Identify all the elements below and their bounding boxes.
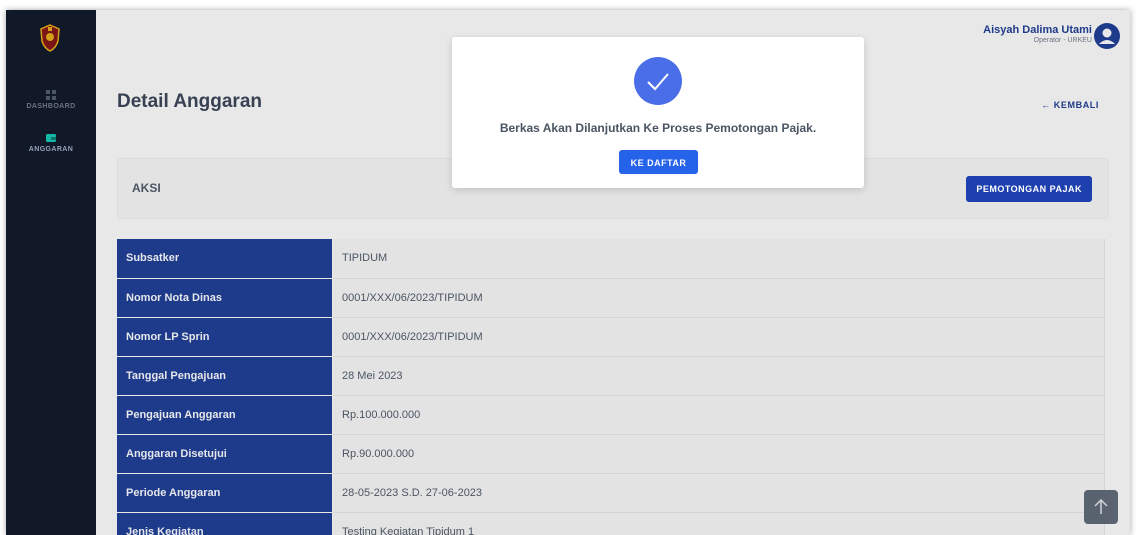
app-window: DASHBOARD ANGGARAN Aisyah Dalima Utami O… xyxy=(6,10,1130,535)
scroll-to-top-button[interactable] xyxy=(1084,490,1118,524)
main-content: Aisyah Dalima Utami Operator - URKEU Det… xyxy=(96,10,1130,535)
sidebar-item-label: ANGGARAN xyxy=(28,146,74,153)
sidebar-item-label: DASHBOARD xyxy=(26,103,76,110)
modal-message: Berkas Akan Dilanjutkan Ke Proses Pemoto… xyxy=(499,121,817,135)
sidebar-item-anggaran[interactable]: ANGGARAN xyxy=(6,133,96,153)
police-emblem-logo xyxy=(40,24,60,52)
confirmation-modal: Berkas Akan Dilanjutkan Ke Proses Pemoto… xyxy=(452,37,864,188)
check-circle-icon xyxy=(634,57,682,105)
arrow-up-icon xyxy=(1094,498,1108,514)
grid-icon xyxy=(46,90,56,100)
sidebar: DASHBOARD ANGGARAN xyxy=(6,10,96,535)
sidebar-item-dashboard[interactable]: DASHBOARD xyxy=(6,90,96,110)
wallet-icon xyxy=(46,134,56,142)
to-list-button[interactable]: KE DAFTAR xyxy=(619,150,698,174)
